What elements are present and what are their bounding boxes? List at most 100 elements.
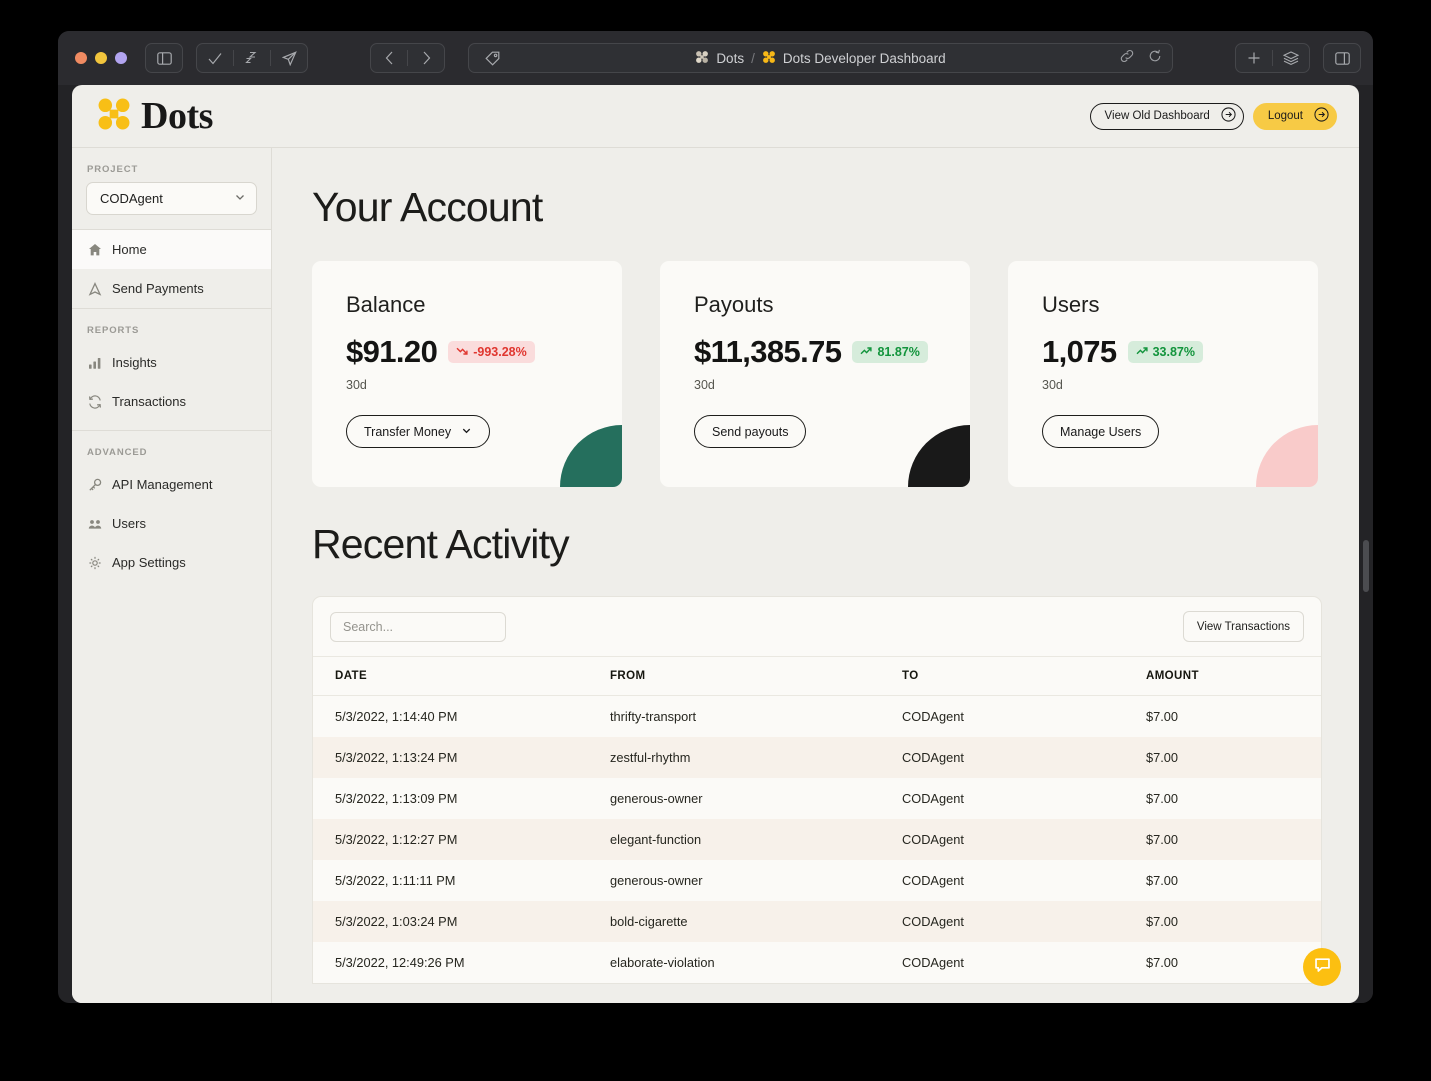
card-users: Users 1,075 33.87% — [1008, 261, 1318, 487]
cell-amount: $7.00 — [1146, 901, 1321, 942]
card-metric-row: $91.20 -993.28% — [346, 334, 622, 370]
summary-cards: Balance $91.20 -993.28% — [312, 261, 1359, 487]
sidebar: PROJECT CODAgent — [72, 147, 272, 1003]
layers-icon[interactable] — [1273, 44, 1309, 72]
column-header-amount[interactable]: AMOUNT — [1146, 657, 1321, 696]
view-old-dashboard-label: View Old Dashboard — [1105, 110, 1210, 122]
cell-from: thrifty-transport — [610, 696, 902, 738]
sidebar-item-api-management[interactable]: API Management — [72, 465, 271, 504]
card-payouts: Payouts $11,385.75 81.87% — [660, 261, 970, 487]
sidebar-item-home[interactable]: Home — [72, 230, 271, 269]
maximize-window-button[interactable] — [115, 52, 127, 64]
cell-date: 5/3/2022, 1:11:11 PM — [313, 860, 610, 901]
mail-actions-group[interactable] — [196, 43, 308, 73]
check-icon[interactable] — [197, 44, 233, 72]
send-payments-icon — [87, 282, 102, 296]
send-icon[interactable] — [271, 44, 307, 72]
cell-amount: $7.00 — [1146, 819, 1321, 860]
browser-tab-bar[interactable]: Dots / Dots Developer Dashboard — [468, 43, 1173, 73]
cell-to: CODAgent — [902, 901, 1146, 942]
table-row[interactable]: 5/3/2022, 1:13:24 PMzestful-rhythmCODAge… — [313, 737, 1321, 778]
table-row[interactable]: 5/3/2022, 1:13:09 PMgenerous-ownerCODAge… — [313, 778, 1321, 819]
snooze-icon[interactable] — [234, 44, 270, 72]
header-actions: View Old Dashboard Logout — [1090, 103, 1337, 130]
table-row[interactable]: 5/3/2022, 12:49:26 PMelaborate-violation… — [313, 942, 1321, 983]
tab-title-group: Dots / Dots Developer Dashboard — [469, 50, 1172, 67]
arrow-right-circle-icon — [1221, 107, 1236, 125]
cell-from: bold-cigarette — [610, 901, 902, 942]
tab-page-title: Dots Developer Dashboard — [783, 51, 946, 66]
card-value: $11,385.75 — [694, 334, 841, 370]
gear-icon — [87, 556, 102, 570]
navigation-group[interactable] — [370, 43, 445, 73]
sidebar-item-users[interactable]: Users — [72, 504, 271, 543]
cell-date: 5/3/2022, 1:14:40 PM — [313, 696, 610, 738]
column-header-to[interactable]: TO — [902, 657, 1146, 696]
send-payouts-button[interactable]: Send payouts — [694, 415, 806, 448]
sidebar-toggle-icon[interactable] — [146, 44, 182, 72]
scrollbar-thumb[interactable] — [1363, 540, 1369, 592]
card-decoration — [1256, 425, 1318, 487]
manage-users-button[interactable]: Manage Users — [1042, 415, 1159, 448]
cell-to: CODAgent — [902, 778, 1146, 819]
table-head: DATE FROM TO AMOUNT — [313, 657, 1321, 696]
tab-actions[interactable] — [1120, 49, 1162, 68]
transfer-money-button[interactable]: Transfer Money — [346, 415, 490, 448]
column-header-date[interactable]: DATE — [313, 657, 610, 696]
minimize-window-button[interactable] — [95, 52, 107, 64]
card-metric-row: 1,075 33.87% — [1042, 334, 1318, 370]
chat-support-button[interactable] — [1303, 948, 1341, 986]
card-period: 30d — [694, 378, 970, 392]
recent-activity-panel: View Transactions DATE FROM TO AMOUNT 5/… — [312, 596, 1322, 984]
cell-amount: $7.00 — [1146, 696, 1321, 738]
card-title: Users — [1042, 292, 1318, 318]
window-scrollbar[interactable] — [1359, 85, 1373, 1003]
cell-amount: $7.00 — [1146, 942, 1321, 983]
cell-amount: $7.00 — [1146, 860, 1321, 901]
link-icon[interactable] — [1120, 49, 1134, 68]
cell-from: elegant-function — [610, 819, 902, 860]
status-badge: -993.28% — [448, 341, 535, 363]
back-chevron-icon[interactable] — [371, 44, 407, 72]
chevron-down-icon — [234, 191, 246, 206]
card-period: 30d — [1042, 378, 1318, 392]
sidebar-item-send-payments[interactable]: Send Payments — [72, 269, 271, 308]
add-icon[interactable] — [1236, 44, 1272, 72]
close-window-button[interactable] — [75, 52, 87, 64]
forward-chevron-icon[interactable] — [408, 44, 444, 72]
sidebar-item-insights[interactable]: Insights — [72, 343, 271, 382]
app-body: PROJECT CODAgent — [72, 147, 1359, 1003]
table-row[interactable]: 5/3/2022, 1:12:27 PMelegant-functionCODA… — [313, 819, 1321, 860]
brand-logo[interactable]: Dots — [96, 96, 213, 137]
sidebar-item-app-settings[interactable]: App Settings — [72, 543, 271, 582]
browser-titlebar: Dots / Dots Developer Dashboard — [58, 31, 1373, 85]
project-selector[interactable]: CODAgent — [86, 182, 257, 215]
delta-value: 33.87% — [1153, 345, 1195, 359]
reload-icon[interactable] — [1148, 49, 1162, 68]
column-header-from[interactable]: FROM — [610, 657, 902, 696]
table-row[interactable]: 5/3/2022, 1:14:40 PMthrifty-transportCOD… — [313, 696, 1321, 738]
table-row[interactable]: 5/3/2022, 1:03:24 PMbold-cigaretteCODAge… — [313, 901, 1321, 942]
right-panel-toggle-group[interactable] — [1323, 43, 1361, 73]
sidebar-group-main: Home Send Payments — [72, 229, 271, 309]
view-old-dashboard-button[interactable]: View Old Dashboard — [1090, 103, 1244, 130]
view-transactions-button[interactable]: View Transactions — [1183, 611, 1304, 642]
sidebar-item-transactions[interactable]: Transactions — [72, 382, 271, 421]
card-decoration — [560, 425, 622, 487]
dots-logo-icon — [96, 96, 132, 137]
tag-icon[interactable] — [479, 44, 505, 72]
card-metric-row: $11,385.75 81.87% — [694, 334, 970, 370]
sidebar-toggle-group[interactable] — [145, 43, 183, 73]
logout-button[interactable]: Logout — [1253, 103, 1337, 130]
search-input[interactable] — [330, 612, 506, 642]
sidebar-item-label: Transactions — [112, 394, 186, 409]
table-row[interactable]: 5/3/2022, 1:11:11 PMgenerous-ownerCODAge… — [313, 860, 1321, 901]
right-panel-toggle-icon[interactable] — [1324, 44, 1360, 72]
cell-date: 5/3/2022, 1:13:24 PM — [313, 737, 610, 778]
page-title: Your Account — [312, 184, 1359, 231]
status-badge: 81.87% — [852, 341, 927, 363]
window-actions-group[interactable] — [1235, 43, 1310, 73]
cell-from: elaborate-violation — [610, 942, 902, 983]
status-badge: 33.87% — [1128, 341, 1203, 363]
window-controls[interactable] — [75, 52, 127, 64]
